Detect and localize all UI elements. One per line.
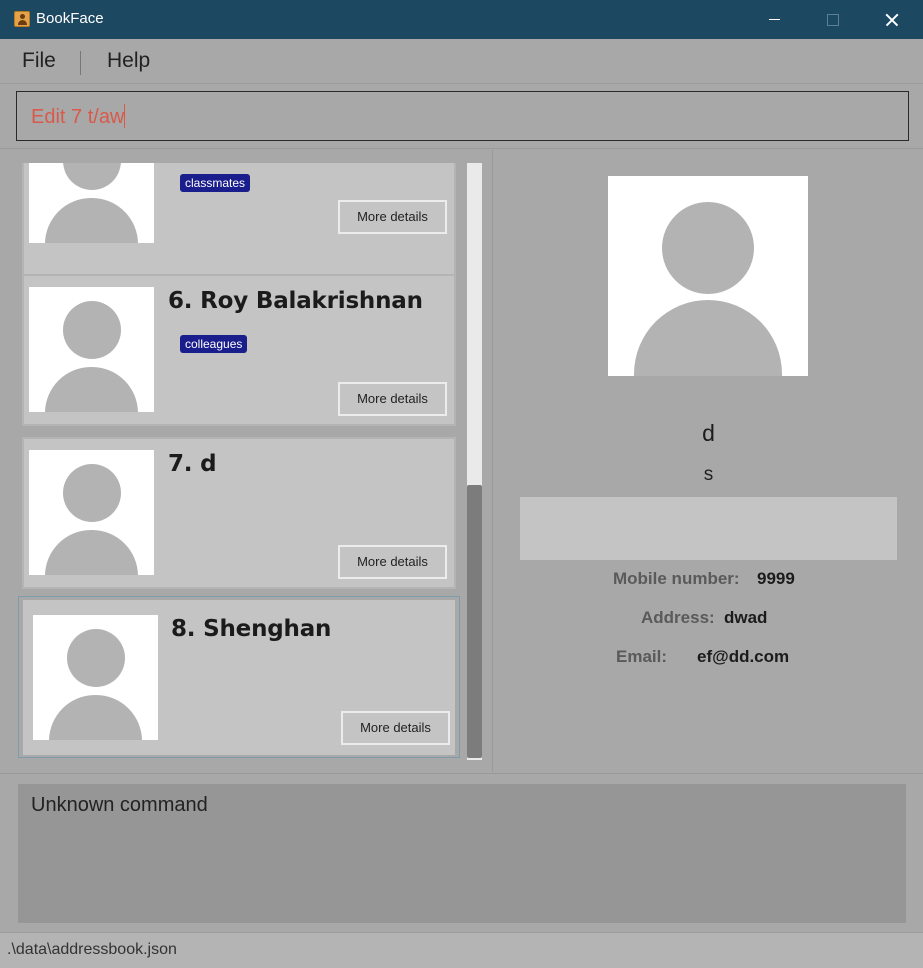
person-name: 6. Roy Balakrishnan	[168, 288, 423, 314]
person-name: 7. d	[168, 451, 217, 477]
status-bar: .\data\addressbook.json	[0, 932, 923, 968]
menu-file[interactable]: File	[22, 49, 56, 73]
minimize-icon[interactable]	[746, 0, 804, 39]
more-details-button[interactable]: More details	[338, 545, 447, 579]
window-title: BookFace	[36, 10, 104, 27]
person-card[interactable]: 6. Roy Balakrishnan colleagues More deta…	[22, 274, 456, 426]
tag-badge: classmates	[180, 174, 251, 192]
email-value: ef@dd.com	[697, 647, 790, 666]
command-input-text: Edit 7 t/aw	[31, 104, 126, 128]
result-area: Unknown command	[0, 773, 923, 932]
scrollbar-thumb[interactable]	[467, 485, 482, 758]
email-label: Email:	[616, 647, 668, 666]
person-card[interactable]: 7. d More details	[22, 437, 456, 589]
detail-subtitle: s	[703, 464, 714, 485]
menu-help[interactable]: Help	[107, 49, 150, 73]
person-detail-panel: d s Mobile number: 9999 Address: dwad Em…	[494, 150, 923, 772]
command-area: Edit 7 t/aw	[0, 85, 923, 149]
detail-name: d	[702, 420, 715, 446]
avatar	[29, 163, 154, 243]
detail-avatar	[608, 176, 808, 376]
more-details-button[interactable]: More details	[341, 711, 450, 745]
address-value: dwad	[724, 608, 768, 627]
card-body: 8. Shenghan More details	[23, 600, 455, 755]
avatar	[29, 450, 154, 575]
menu-separator	[80, 51, 81, 75]
save-path: .\data\addressbook.json	[7, 941, 177, 958]
address-label: Address:	[641, 608, 715, 627]
avatar	[29, 287, 154, 412]
close-icon[interactable]	[862, 0, 920, 39]
list-scrollbar[interactable]	[467, 163, 482, 760]
text-caret	[124, 104, 126, 128]
person-name: 8. Shenghan	[171, 616, 332, 642]
app-icon	[14, 11, 30, 27]
result-display[interactable]: Unknown command	[18, 784, 906, 923]
mobile-label: Mobile number:	[613, 569, 740, 588]
result-text: Unknown command	[31, 794, 208, 816]
more-details-button[interactable]: More details	[338, 200, 447, 234]
mobile-value: 9999	[757, 569, 795, 588]
command-input[interactable]: Edit 7 t/aw	[16, 91, 909, 141]
tag-badge: colleagues	[180, 335, 248, 353]
more-details-button[interactable]: More details	[338, 382, 447, 416]
avatar	[33, 615, 158, 740]
person-list[interactable]: classmates More details 6. Roy Balakrish…	[16, 163, 462, 760]
title-bar: BookFace	[0, 0, 923, 39]
detail-tag-area	[520, 497, 897, 560]
person-list-panel: classmates More details 6. Roy Balakrish…	[0, 150, 493, 772]
menu-bar: File Help	[0, 39, 923, 84]
maximize-icon[interactable]	[804, 0, 862, 39]
person-card-selected[interactable]: 8. Shenghan More details	[18, 596, 460, 758]
